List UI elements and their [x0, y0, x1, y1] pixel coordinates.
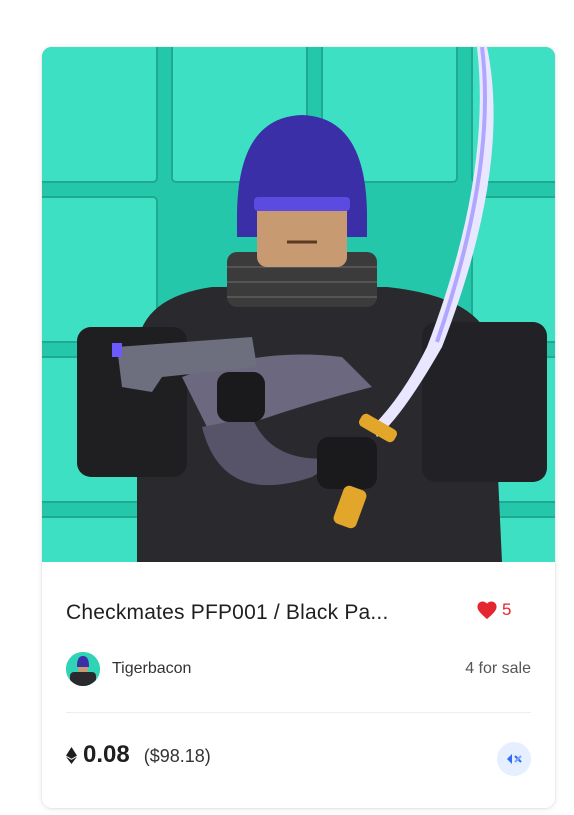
sale-status: 4 for sale: [465, 660, 531, 677]
nft-image[interactable]: [42, 47, 555, 562]
price-value: 0.08: [83, 741, 130, 768]
nft-title[interactable]: Checkmates PFP001 / Black Pa...: [66, 601, 456, 625]
owner-name: Tigerbacon: [112, 660, 192, 677]
divider: [66, 712, 531, 713]
immutable-x-icon: [507, 754, 522, 764]
heart-icon: [477, 601, 497, 620]
like-button[interactable]: 5: [476, 600, 511, 620]
chain-button[interactable]: [497, 742, 531, 776]
nft-card[interactable]: Checkmates PFP001 / Black Pa... 5 Tigerb…: [42, 47, 555, 808]
price-row: 0.08 ($98.18): [66, 741, 211, 769]
nft-artwork: [42, 47, 555, 562]
owner-link[interactable]: Tigerbacon: [66, 652, 191, 686]
price-usd: ($98.18): [143, 746, 211, 766]
like-count: 5: [502, 600, 512, 619]
owner-avatar: [66, 652, 100, 686]
ethereum-icon: [66, 746, 77, 764]
